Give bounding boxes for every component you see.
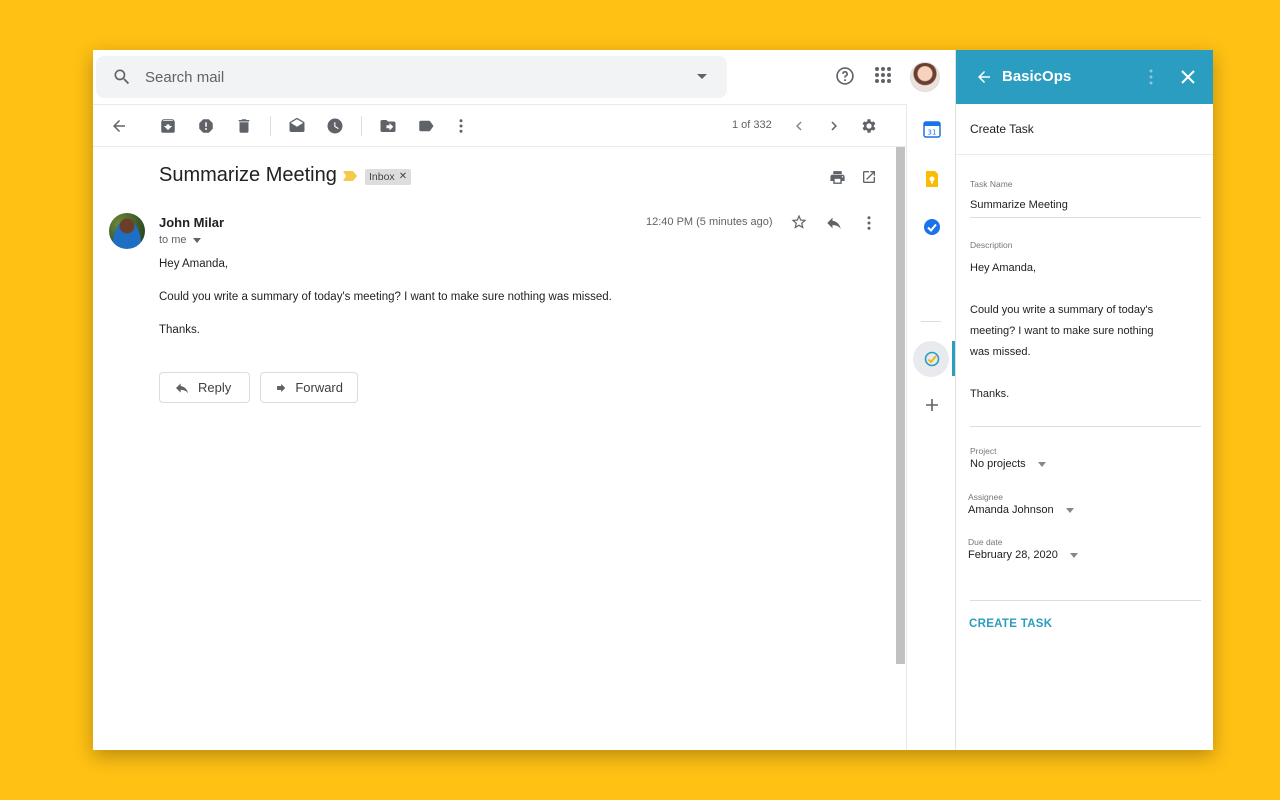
report-spam-icon[interactable] bbox=[197, 117, 215, 135]
assignee-select[interactable]: Amanda Johnson bbox=[968, 504, 1074, 516]
assignee-label: Assignee bbox=[968, 492, 1003, 502]
project-select[interactable]: No projects bbox=[970, 458, 1046, 470]
scrollbar[interactable] bbox=[896, 147, 905, 664]
due-date-select[interactable]: February 28, 2020 bbox=[968, 549, 1078, 561]
panel-title: BasicOps bbox=[1002, 68, 1072, 85]
help-icon[interactable] bbox=[835, 66, 855, 86]
archive-icon[interactable] bbox=[159, 117, 177, 135]
mark-unread-icon[interactable] bbox=[288, 117, 306, 135]
email-body-paragraph: Could you write a summary of today's mee… bbox=[159, 291, 612, 303]
inbox-label-text: Inbox bbox=[369, 171, 395, 183]
project-value: No projects bbox=[970, 458, 1026, 470]
recipient-details[interactable]: to me bbox=[159, 234, 201, 246]
reply-button[interactable]: Reply bbox=[159, 372, 250, 403]
forward-button[interactable]: Forward bbox=[260, 372, 358, 403]
project-dropdown-icon bbox=[1037, 461, 1046, 467]
inbox-label-chip[interactable]: Inbox ✕ bbox=[365, 169, 412, 185]
svg-text:31: 31 bbox=[928, 129, 937, 137]
account-avatar[interactable] bbox=[910, 62, 940, 92]
open-new-window-icon[interactable] bbox=[861, 169, 877, 185]
strip-separator bbox=[921, 321, 941, 322]
basicops-panel: BasicOps Create Task Task Name Summarize… bbox=[955, 50, 1213, 750]
sender-avatar[interactable] bbox=[109, 213, 145, 249]
snooze-clock-icon[interactable] bbox=[326, 117, 344, 135]
form-divider bbox=[970, 600, 1201, 601]
panel-back-arrow-icon[interactable] bbox=[975, 68, 993, 86]
due-date-value: February 28, 2020 bbox=[968, 549, 1058, 561]
panel-more-vert-icon[interactable] bbox=[1144, 68, 1158, 86]
description-line: meeting? I want to make sure nothing bbox=[970, 325, 1154, 337]
settings-gear-icon[interactable] bbox=[860, 117, 878, 135]
search-bar[interactable]: Search mail bbox=[96, 56, 727, 98]
star-icon[interactable] bbox=[790, 213, 808, 231]
gmail-window: Search mail 1 of 332 Summarize Meeting I… bbox=[93, 50, 1213, 750]
more-vert-icon[interactable] bbox=[452, 117, 470, 135]
search-icon[interactable] bbox=[112, 67, 132, 87]
move-to-folder-icon[interactable] bbox=[379, 117, 397, 135]
addon-side-strip: 31 bbox=[906, 104, 955, 750]
task-name-label: Task Name bbox=[970, 179, 1013, 189]
calendar-icon[interactable]: 31 bbox=[923, 120, 941, 138]
panel-close-icon[interactable] bbox=[1180, 69, 1196, 85]
dropdown-caret-icon[interactable] bbox=[192, 237, 201, 243]
description-line: Thanks. bbox=[970, 388, 1010, 400]
email-body-signoff: Thanks. bbox=[159, 324, 200, 336]
header-divider bbox=[93, 104, 906, 105]
search-options-icon[interactable] bbox=[696, 73, 708, 81]
importance-marker-icon[interactable] bbox=[343, 171, 357, 181]
add-icon[interactable] bbox=[923, 396, 941, 414]
label-icon[interactable] bbox=[417, 117, 435, 135]
reply-icon bbox=[176, 382, 188, 393]
due-date-dropdown-icon bbox=[1069, 552, 1078, 558]
description-underline bbox=[970, 426, 1201, 427]
panel-header: BasicOps bbox=[956, 50, 1213, 104]
basicops-addon-icon[interactable] bbox=[923, 350, 941, 368]
panel-heading-divider bbox=[956, 154, 1213, 155]
toolbar-separator bbox=[361, 116, 362, 136]
description-line: Could you write a summary of today's bbox=[970, 304, 1154, 316]
reply-arrow-icon[interactable] bbox=[825, 214, 843, 232]
due-date-label: Due date bbox=[968, 537, 1003, 547]
project-label: Project bbox=[970, 446, 997, 456]
panel-heading: Create Task bbox=[970, 122, 1034, 136]
description-line: was missed. bbox=[970, 346, 1031, 358]
email-subject: Summarize Meeting bbox=[159, 164, 337, 186]
task-name-field[interactable]: Summarize Meeting bbox=[970, 199, 1068, 211]
pagination-count: 1 of 332 bbox=[732, 119, 772, 131]
gmail-main: Search mail 1 of 332 Summarize Meeting I… bbox=[93, 50, 955, 750]
back-arrow-icon[interactable] bbox=[110, 117, 128, 135]
delete-icon[interactable] bbox=[235, 117, 253, 135]
forward-label: Forward bbox=[295, 380, 343, 395]
create-task-button[interactable]: CREATE TASK bbox=[969, 618, 1052, 630]
chevron-right-icon[interactable] bbox=[825, 117, 843, 135]
assignee-dropdown-icon bbox=[1065, 507, 1074, 513]
description-line: Hey Amanda, bbox=[970, 262, 1037, 274]
assignee-value: Amanda Johnson bbox=[968, 504, 1054, 516]
search-input[interactable]: Search mail bbox=[145, 69, 224, 86]
sender-name[interactable]: John Milar bbox=[159, 215, 224, 230]
remove-label-icon[interactable]: ✕ bbox=[399, 169, 407, 185]
email-timestamp: 12:40 PM (5 minutes ago) bbox=[646, 216, 773, 228]
chevron-left-icon[interactable] bbox=[790, 117, 808, 135]
more-options-icon[interactable] bbox=[860, 214, 878, 232]
tasks-icon[interactable] bbox=[923, 218, 941, 236]
print-icon[interactable] bbox=[829, 169, 846, 186]
description-label: Description bbox=[970, 240, 1013, 250]
keep-icon[interactable] bbox=[923, 170, 941, 188]
toolbar-divider bbox=[93, 146, 906, 147]
forward-icon bbox=[277, 383, 286, 392]
email-body-greeting: Hey Amanda, bbox=[159, 258, 229, 270]
apps-grid-icon[interactable] bbox=[874, 66, 892, 84]
toolbar-separator bbox=[270, 116, 271, 136]
reply-label: Reply bbox=[198, 380, 232, 395]
task-name-underline bbox=[970, 217, 1201, 218]
recipient-text: to me bbox=[159, 234, 187, 246]
